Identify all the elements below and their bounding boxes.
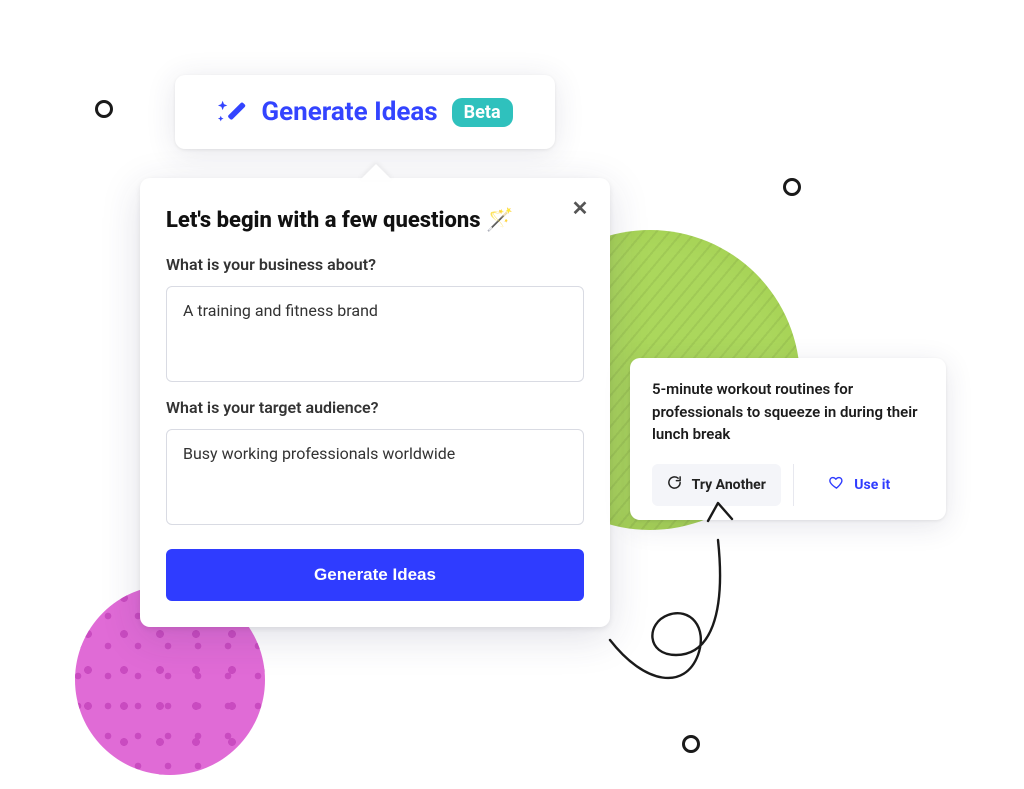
question1-label: What is your business about? bbox=[166, 255, 584, 274]
idea-text: 5-minute workout routines for profession… bbox=[652, 378, 924, 446]
decorative-ring bbox=[95, 100, 113, 118]
target-audience-input[interactable] bbox=[166, 429, 584, 525]
try-another-button[interactable]: Try Another bbox=[652, 464, 781, 506]
heart-icon bbox=[829, 475, 844, 494]
generate-ideas-button[interactable]: Generate Ideas bbox=[166, 549, 584, 601]
use-it-label: Use it bbox=[854, 477, 890, 493]
decorative-ring bbox=[783, 178, 801, 196]
header-title: Generate Ideas bbox=[261, 97, 437, 127]
idea-result-card: 5-minute workout routines for profession… bbox=[630, 358, 946, 520]
refresh-icon bbox=[667, 475, 682, 494]
magic-wand-icon bbox=[217, 97, 247, 127]
generate-ideas-header[interactable]: Generate Ideas Beta bbox=[175, 75, 555, 149]
question2-label: What is your target audience? bbox=[166, 398, 584, 417]
decorative-ring bbox=[682, 735, 700, 753]
beta-badge: Beta bbox=[452, 98, 513, 127]
close-icon[interactable]: ✕ bbox=[570, 198, 590, 218]
popover-title: Let's begin with a few questions 🪄 bbox=[166, 208, 584, 233]
try-another-label: Try Another bbox=[692, 477, 766, 493]
business-about-input[interactable] bbox=[166, 286, 584, 382]
use-it-button[interactable]: Use it bbox=[796, 464, 925, 506]
divider bbox=[793, 464, 794, 506]
questions-popover: ✕ Let's begin with a few questions 🪄 Wha… bbox=[140, 178, 610, 627]
